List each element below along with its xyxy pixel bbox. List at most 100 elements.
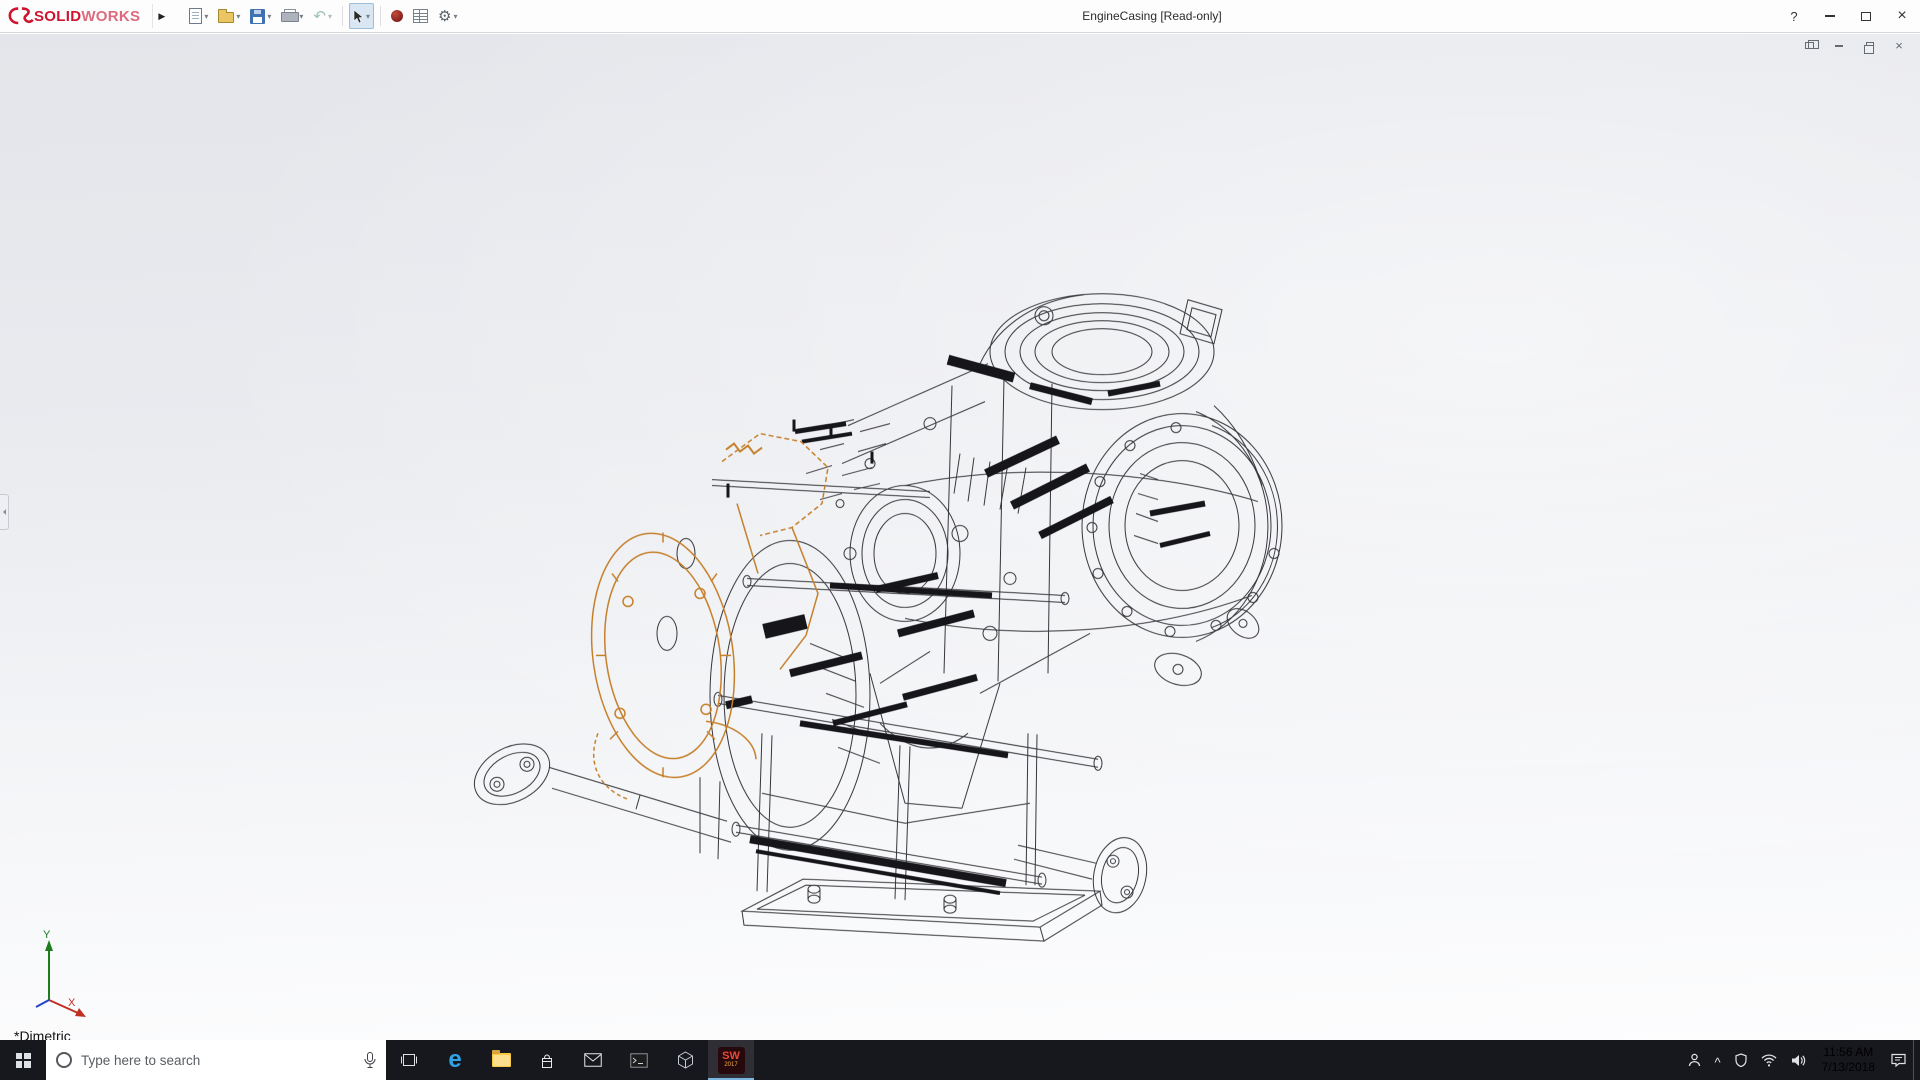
collapsed-panel-tab[interactable] xyxy=(0,494,9,530)
file-explorer-icon xyxy=(492,1053,511,1067)
clock-date: 7/13/2018 xyxy=(1822,1060,1875,1075)
chevron-down-icon[interactable]: ▾ xyxy=(267,12,271,21)
taskbar-app-console[interactable] xyxy=(616,1040,662,1080)
speaker-icon xyxy=(1791,1054,1806,1067)
solidworks-logo: SOLIDWORKS xyxy=(0,0,146,32)
toolbar-separator xyxy=(342,6,343,26)
show-desktop-button[interactable] xyxy=(1913,1040,1920,1080)
chevron-down-icon[interactable]: ▾ xyxy=(299,12,303,21)
cascade-icon xyxy=(1805,42,1814,49)
people-button[interactable] xyxy=(1681,1040,1708,1080)
z-axis xyxy=(36,1000,49,1007)
edge-icon: e xyxy=(448,1048,461,1072)
shield-icon xyxy=(1735,1053,1747,1067)
chevron-down-icon[interactable]: ▾ xyxy=(204,12,208,21)
document-restore-button[interactable] xyxy=(1860,38,1878,53)
chevron-down-icon[interactable]: ▾ xyxy=(236,12,240,21)
taskbar-search[interactable] xyxy=(46,1040,386,1080)
taskbar-app-3d-viewer[interactable] xyxy=(662,1040,708,1080)
brand-works-text: WORKS xyxy=(81,8,140,25)
quick-access-toolbar: ▾ ▾ ▾ ▾ ↶ ▾ ▾ xyxy=(184,3,462,29)
select-tool-button[interactable]: ▾ xyxy=(349,3,374,29)
wireframe-black-lines xyxy=(464,294,1282,941)
menu-expand-arrow[interactable]: ▶ xyxy=(152,4,170,28)
windows-logo-icon xyxy=(16,1053,31,1068)
microphone-icon[interactable] xyxy=(364,1052,376,1069)
undo-icon: ↶ xyxy=(313,9,326,24)
start-button[interactable] xyxy=(0,1040,46,1080)
solidworks-icon-text: SW xyxy=(722,1051,740,1062)
x-axis-label: X xyxy=(68,997,76,1009)
close-button[interactable]: × xyxy=(1884,0,1920,32)
minimize-icon xyxy=(1835,45,1843,47)
brand-solid-text: SOLID xyxy=(34,8,81,25)
search-input[interactable] xyxy=(81,1053,355,1068)
taskbar-app-solidworks[interactable]: SW 2017 xyxy=(708,1040,754,1080)
appearance-button[interactable] xyxy=(387,3,407,29)
display-pane-button[interactable] xyxy=(409,3,432,29)
y-axis-arrow xyxy=(45,940,53,951)
display-pane-icon xyxy=(413,9,428,23)
view-orientation-label: *Dimetric xyxy=(14,1028,71,1040)
volume-tray-button[interactable] xyxy=(1784,1040,1813,1080)
store-icon xyxy=(539,1052,555,1069)
new-document-button[interactable]: ▾ xyxy=(185,3,212,29)
mail-icon xyxy=(584,1053,602,1067)
open-button[interactable]: ▾ xyxy=(214,3,244,29)
task-view-icon xyxy=(399,1052,419,1068)
ds-logo-icon xyxy=(8,6,34,26)
system-tray: ^ 11:56 AM 7/13/2018 xyxy=(1681,1040,1920,1080)
graphics-area[interactable]: Y X *Dimetric xyxy=(0,34,1920,1040)
console-icon xyxy=(630,1053,648,1068)
network-tray-button[interactable] xyxy=(1754,1040,1784,1080)
orientation-triad: Y X xyxy=(14,928,96,1028)
cascade-window-button[interactable] xyxy=(1800,38,1818,53)
help-button[interactable]: ? xyxy=(1776,0,1812,32)
minimize-icon xyxy=(1825,15,1835,17)
chevron-down-icon[interactable]: ▾ xyxy=(366,12,370,21)
people-icon xyxy=(1688,1053,1701,1067)
document-title: EngineCasing [Read-only] xyxy=(1082,0,1221,33)
engine-wireframe-model xyxy=(0,34,1920,1040)
taskbar-app-edge[interactable]: e xyxy=(432,1040,478,1080)
restore-icon xyxy=(1866,42,1874,49)
windows-taskbar: e xyxy=(0,1040,1920,1080)
print-icon xyxy=(281,9,297,23)
undo-button[interactable]: ↶ ▾ xyxy=(309,3,336,29)
document-window-controls: × xyxy=(1800,38,1908,53)
taskbar-clock[interactable]: 11:56 AM 7/13/2018 xyxy=(1813,1040,1884,1080)
action-center-button[interactable] xyxy=(1884,1040,1913,1080)
taskbar-app-store[interactable] xyxy=(524,1040,570,1080)
document-close-button[interactable]: × xyxy=(1890,38,1908,53)
action-center-icon xyxy=(1891,1053,1906,1067)
chevron-down-icon[interactable]: ▾ xyxy=(328,12,332,21)
document-minimize-button[interactable] xyxy=(1830,38,1848,53)
security-tray-button[interactable] xyxy=(1728,1040,1754,1080)
open-folder-icon xyxy=(218,12,234,23)
clock-time: 11:56 AM xyxy=(1823,1045,1873,1060)
taskbar-app-file-explorer[interactable] xyxy=(478,1040,524,1080)
hidden-icons-chevron[interactable]: ^ xyxy=(1708,1040,1728,1080)
chevron-down-icon[interactable]: ▾ xyxy=(453,12,457,21)
task-view-button[interactable] xyxy=(386,1040,432,1080)
select-cursor-icon xyxy=(353,9,364,24)
y-axis-label: Y xyxy=(43,929,51,941)
save-button[interactable]: ▾ xyxy=(246,3,275,29)
solidworks-window: SOLIDWORKS ▶ ▾ ▾ ▾ ▾ ↶ ▾ xyxy=(0,0,1920,1080)
maximize-icon xyxy=(1861,12,1871,21)
new-document-icon xyxy=(189,8,202,24)
print-button[interactable]: ▾ xyxy=(277,3,307,29)
cube-icon xyxy=(677,1051,694,1069)
gear-icon: ⚙ xyxy=(438,9,451,24)
solidworks-app-icon: SW 2017 xyxy=(718,1047,745,1074)
options-button[interactable]: ⚙ ▾ xyxy=(434,3,461,29)
title-bar: SOLIDWORKS ▶ ▾ ▾ ▾ ▾ ↶ ▾ xyxy=(0,0,1920,33)
maximize-button[interactable] xyxy=(1848,0,1884,32)
appearance-sphere-icon xyxy=(391,10,403,22)
taskbar-apps: e xyxy=(386,1040,754,1080)
toolbar-separator xyxy=(380,6,381,26)
cortana-icon xyxy=(56,1052,72,1068)
minimize-button[interactable] xyxy=(1812,0,1848,32)
window-controls: ? × xyxy=(1776,0,1920,32)
taskbar-app-mail[interactable] xyxy=(570,1040,616,1080)
